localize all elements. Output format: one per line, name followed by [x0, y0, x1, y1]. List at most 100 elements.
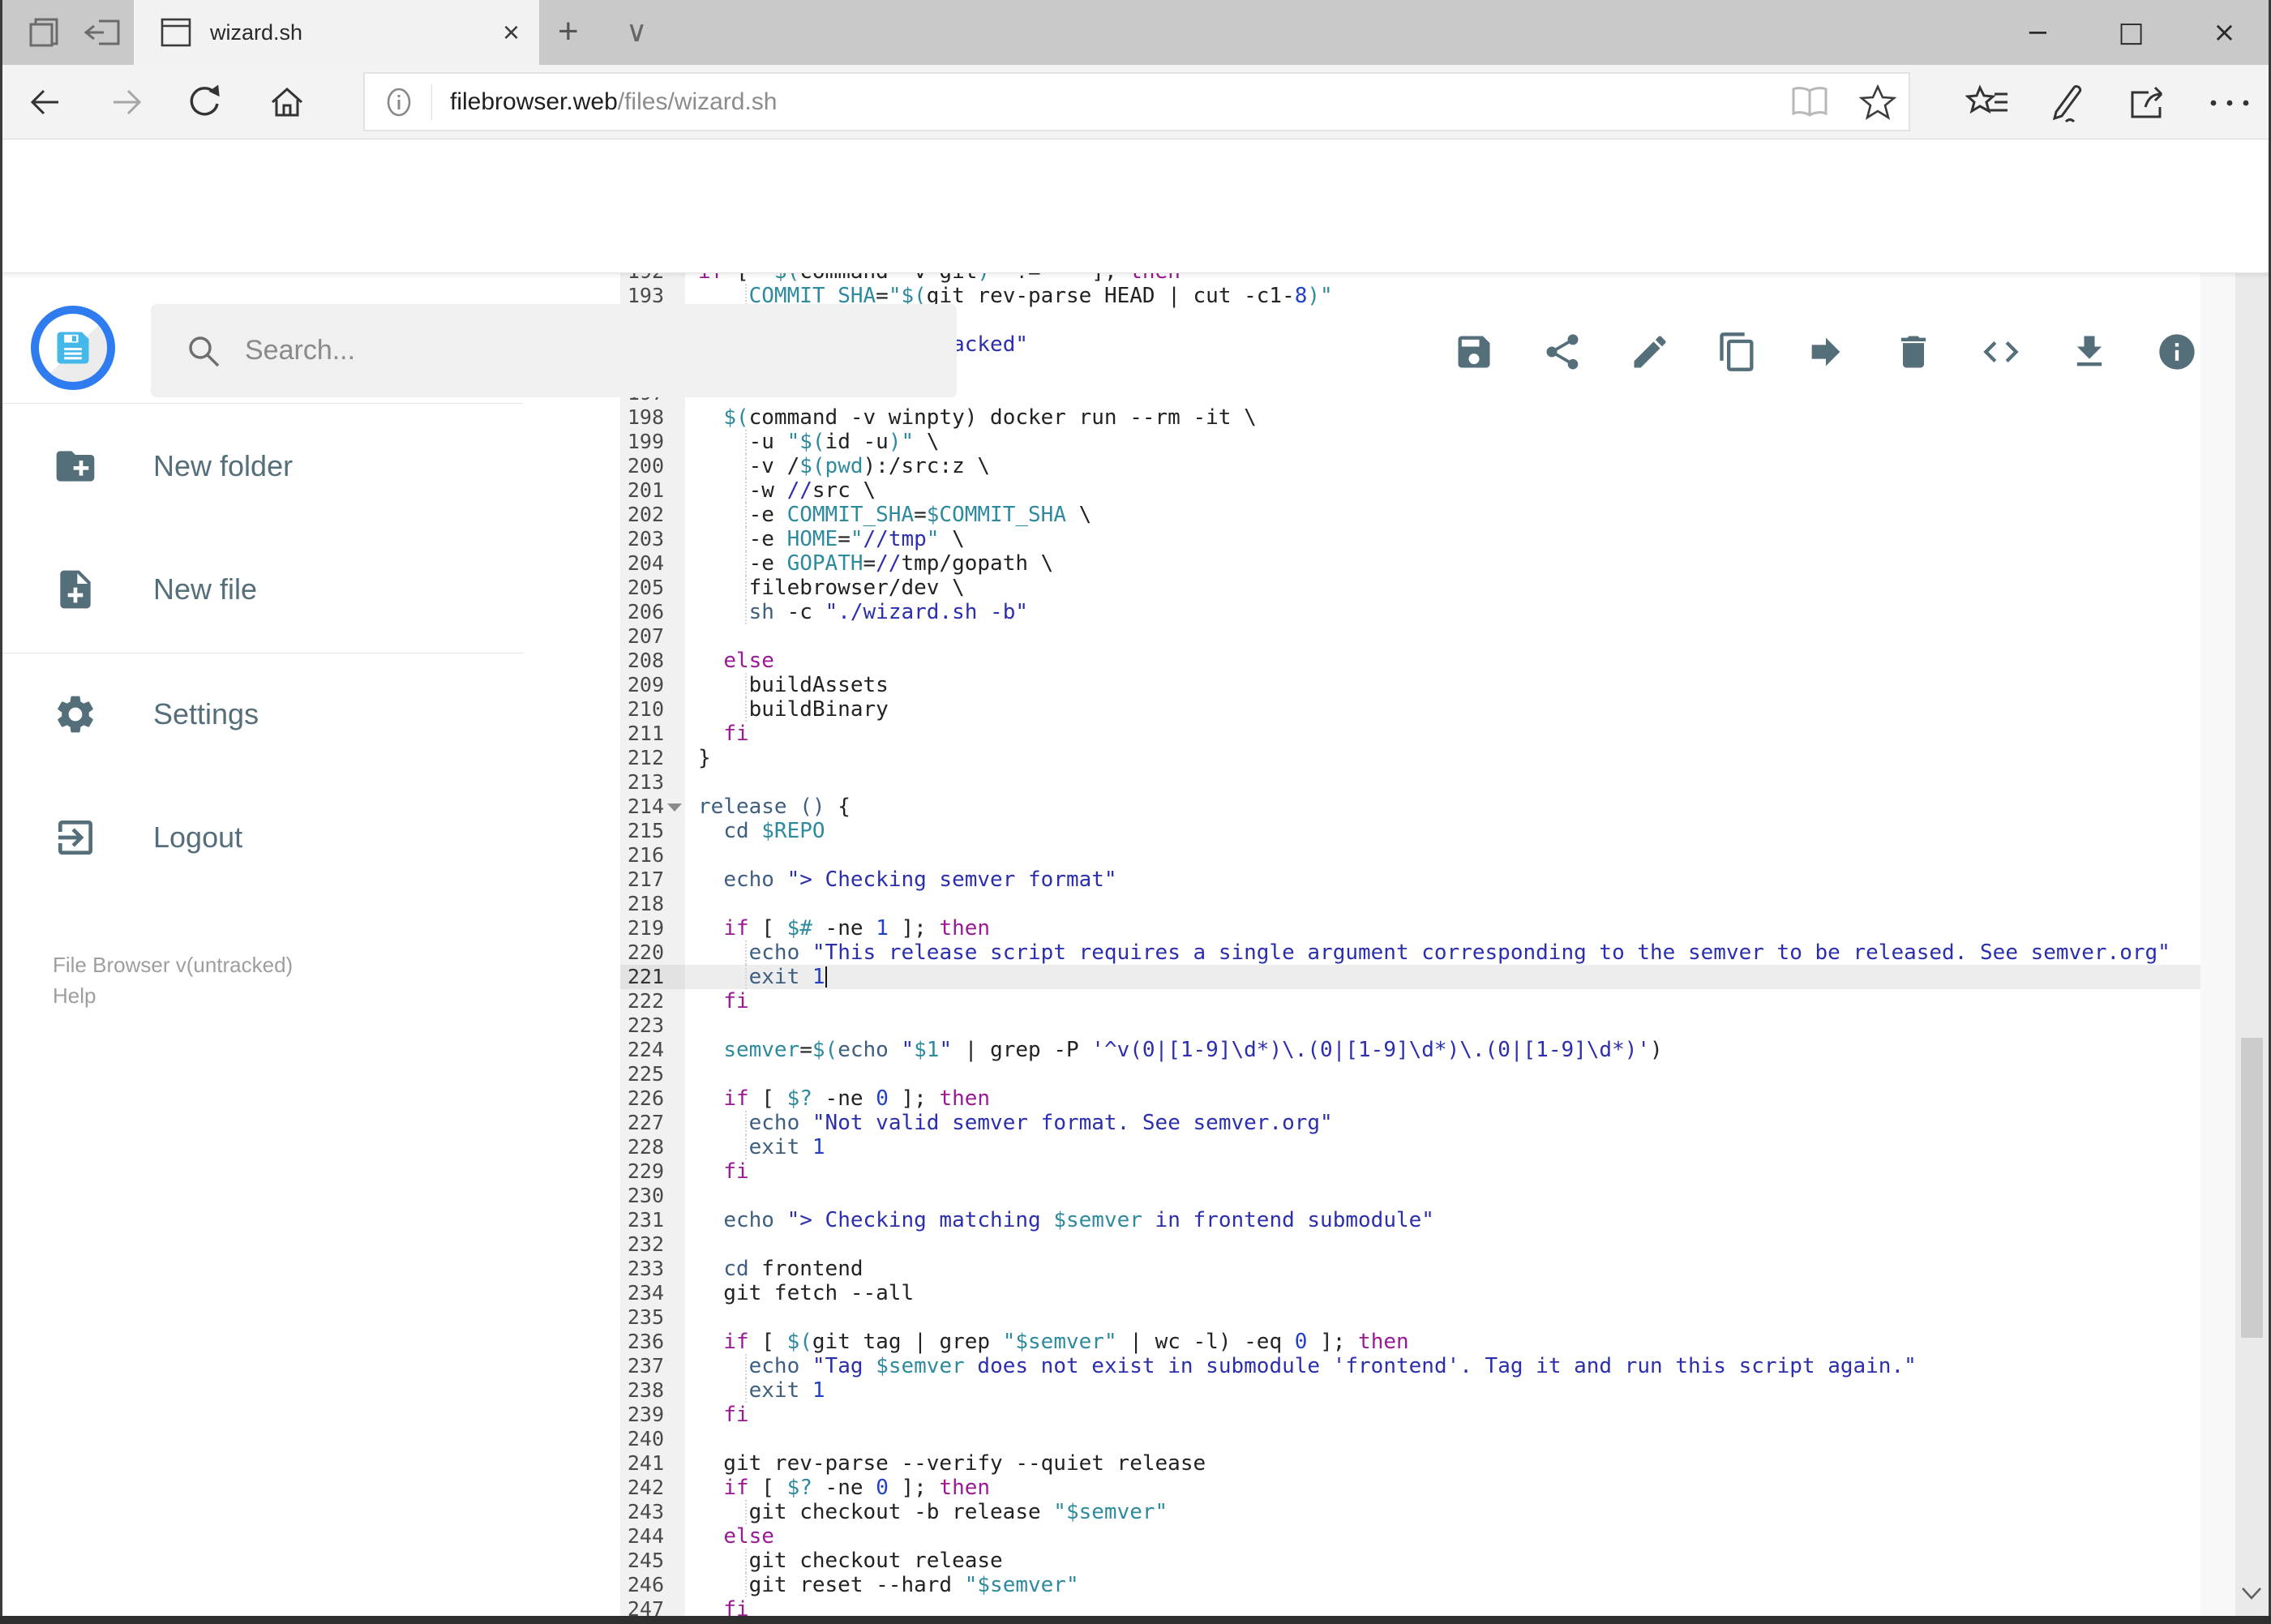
- address-bar[interactable]: filebrowser.web/files/wizard.sh: [363, 72, 1910, 131]
- search-bar[interactable]: [151, 304, 957, 397]
- code-line[interactable]: [685, 1013, 2235, 1038]
- code-line[interactable]: git fetch --all: [685, 1281, 2235, 1305]
- code-line[interactable]: [685, 624, 2235, 649]
- code-line[interactable]: echo "> Checking semver format": [685, 868, 2235, 892]
- code-line[interactable]: exit 1: [685, 1378, 2235, 1403]
- code-line[interactable]: sh -c "./wizard.sh -b": [685, 600, 2235, 624]
- info-button[interactable]: [2156, 331, 2198, 373]
- code-line[interactable]: if [ $? -ne 0 ]; then: [685, 1086, 2235, 1111]
- code-line[interactable]: semver=$(echo "$1" | grep -P '^v(0|[1-9]…: [685, 1038, 2235, 1062]
- favorite-star-icon[interactable]: [1858, 84, 1897, 121]
- code-line[interactable]: cd frontend: [685, 1257, 2235, 1281]
- set-tabs-aside-icon[interactable]: [24, 13, 66, 52]
- code-line[interactable]: if [ $# -ne 1 ]; then: [685, 916, 2235, 941]
- save-button[interactable]: [1453, 331, 1495, 373]
- code-line[interactable]: if [ $(git tag | grep "$semver" | wc -l)…: [685, 1330, 2235, 1354]
- code-line[interactable]: echo "This release script requires a sin…: [685, 941, 2235, 965]
- code-view-button[interactable]: [1980, 331, 2022, 373]
- code-line[interactable]: else: [685, 649, 2235, 673]
- code-line[interactable]: else: [685, 1524, 2235, 1549]
- sidebar-item-settings[interactable]: Settings: [2, 670, 525, 759]
- code-line[interactable]: [685, 1427, 2235, 1451]
- code-line[interactable]: exit 1: [685, 1135, 2235, 1159]
- scrollbar-thumb[interactable]: [2241, 1038, 2263, 1338]
- code-line[interactable]: [685, 1305, 2235, 1330]
- share-icon[interactable]: [2124, 83, 2166, 123]
- code-line[interactable]: echo "Tag $semver does not exist in subm…: [685, 1354, 2235, 1378]
- home-button[interactable]: [268, 83, 306, 122]
- web-note-pen-icon[interactable]: [2046, 83, 2089, 125]
- code-line[interactable]: release () {: [685, 795, 2235, 819]
- code-line[interactable]: exit 1: [685, 965, 2235, 989]
- line-number: 247: [627, 1597, 664, 1616]
- code-line[interactable]: git reset --hard "$semver": [685, 1573, 2235, 1597]
- line-number: 220: [627, 941, 664, 964]
- code-line[interactable]: $(command -v winpty) docker run --rm -it…: [685, 405, 2235, 430]
- code-line[interactable]: }: [685, 746, 2235, 770]
- close-window-button[interactable]: ×: [2178, 0, 2271, 65]
- fold-arrow-icon[interactable]: [667, 803, 682, 812]
- refresh-button[interactable]: [185, 83, 224, 122]
- sidebar-item-new-file[interactable]: New file: [2, 545, 525, 634]
- help-link[interactable]: Help: [53, 983, 96, 1009]
- code-line[interactable]: [685, 1184, 2235, 1208]
- indent-guide: [745, 478, 747, 503]
- code-line[interactable]: filebrowser/dev \: [685, 576, 2235, 600]
- forward-button[interactable]: [107, 83, 146, 122]
- more-options-icon[interactable]: [2207, 97, 2252, 109]
- line-number: 216: [627, 843, 664, 867]
- code-line[interactable]: if [ $? -ne 0 ]; then: [685, 1476, 2235, 1500]
- maximize-button[interactable]: □: [2085, 0, 2178, 65]
- url-text[interactable]: filebrowser.web/files/wizard.sh: [450, 88, 778, 116]
- download-button[interactable]: [2068, 331, 2110, 373]
- line-number: 207: [627, 624, 664, 648]
- minimize-button[interactable]: −: [1991, 0, 2085, 65]
- code-line[interactable]: -e GOPATH=//tmp/gopath \: [685, 551, 2235, 576]
- back-button[interactable]: [26, 83, 65, 122]
- reading-view-icon[interactable]: [1789, 84, 1831, 120]
- code-line[interactable]: [685, 770, 2235, 795]
- code-line[interactable]: [685, 892, 2235, 916]
- code-line[interactable]: fi: [685, 722, 2235, 746]
- code-line[interactable]: [685, 1062, 2235, 1086]
- code-line[interactable]: -e COMMIT_SHA=$COMMIT_SHA \: [685, 503, 2235, 527]
- code-line[interactable]: git checkout -b release "$semver": [685, 1500, 2235, 1524]
- search-input[interactable]: [243, 334, 895, 367]
- code-line[interactable]: -u "$(id -u)" \: [685, 430, 2235, 454]
- code-line[interactable]: [685, 1232, 2235, 1257]
- sidebar-item-logout[interactable]: Logout: [2, 793, 525, 882]
- code-line[interactable]: fi: [685, 1403, 2235, 1427]
- sidebar-item-new-folder[interactable]: New folder: [2, 422, 525, 511]
- code-line[interactable]: git rev-parse --verify --quiet release: [685, 1451, 2235, 1476]
- scroll-down-icon[interactable]: [2240, 1585, 2263, 1601]
- tab-close-icon[interactable]: ×: [503, 18, 520, 47]
- code-line[interactable]: [685, 843, 2235, 868]
- browser-tab[interactable]: wizard.sh ×: [134, 0, 539, 65]
- tabs-preview-icon[interactable]: [83, 13, 125, 52]
- code-line[interactable]: echo "Not valid semver format. See semve…: [685, 1111, 2235, 1135]
- code-area[interactable]: if [ "$(command -v git)" != "" ]; then C…: [685, 273, 2235, 1616]
- code-line[interactable]: cd $REPO: [685, 819, 2235, 843]
- delete-button[interactable]: [1892, 331, 1935, 373]
- code-line[interactable]: -w //src \: [685, 478, 2235, 503]
- favorites-hub-icon[interactable]: [1965, 83, 2011, 122]
- edit-button[interactable]: [1629, 331, 1671, 373]
- code-line[interactable]: fi: [685, 1597, 2235, 1616]
- new-tab-button[interactable]: +: [558, 11, 579, 52]
- share-file-button[interactable]: [1541, 331, 1583, 373]
- site-info-icon[interactable]: [381, 84, 417, 120]
- tab-list-chevron-icon[interactable]: ∨: [626, 15, 647, 49]
- code-line[interactable]: fi: [685, 989, 2235, 1013]
- copy-button[interactable]: [1716, 331, 1759, 373]
- code-line[interactable]: git checkout release: [685, 1549, 2235, 1573]
- filebrowser-logo[interactable]: [31, 306, 115, 390]
- move-button[interactable]: [1805, 331, 1847, 373]
- code-line[interactable]: if [ "$(command -v git)" != "" ]; then: [685, 273, 2235, 284]
- code-line[interactable]: buildAssets: [685, 673, 2235, 697]
- code-line[interactable]: -e HOME="//tmp" \: [685, 527, 2235, 551]
- code-line[interactable]: buildBinary: [685, 697, 2235, 722]
- code-line[interactable]: echo "> Checking matching $semver in fro…: [685, 1208, 2235, 1232]
- code-line[interactable]: fi: [685, 1159, 2235, 1184]
- page-scrollbar[interactable]: [2235, 139, 2269, 1616]
- code-line[interactable]: -v /$(pwd):/src:z \: [685, 454, 2235, 478]
